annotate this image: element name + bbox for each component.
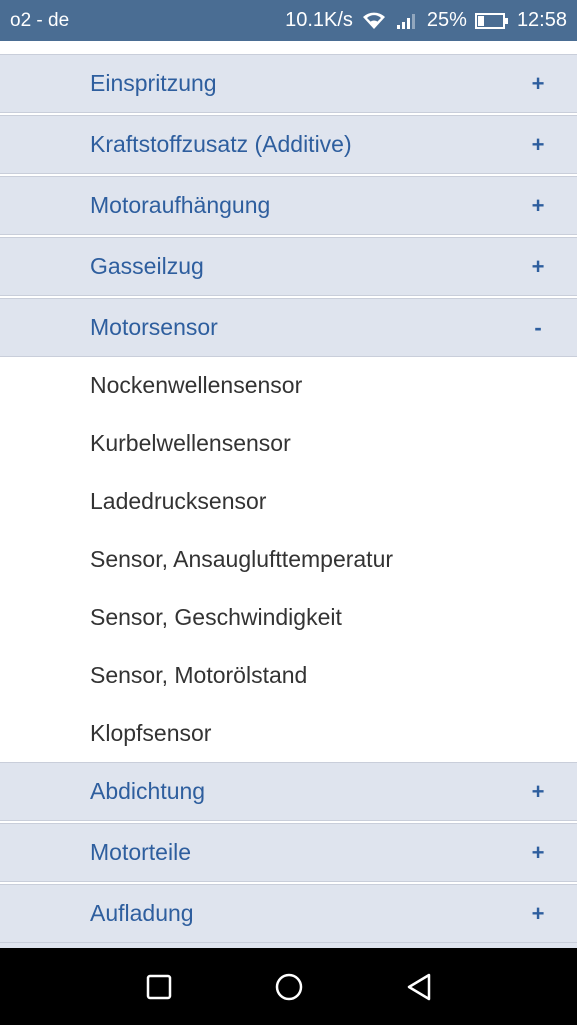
- category-label: Einspritzung: [90, 70, 217, 96]
- expand-toggle: +: [531, 778, 545, 804]
- category-motoraufhaengung[interactable]: Motoraufhängung +: [0, 176, 577, 235]
- category-aufladung[interactable]: Aufladung +: [0, 884, 577, 943]
- back-icon: [407, 973, 430, 1000]
- category-kraftstoffzusatz[interactable]: Kraftstoffzusatz (Additive) +: [0, 115, 577, 174]
- category-gasseilzug[interactable]: Gasseilzug +: [0, 237, 577, 296]
- collapse-toggle: -: [534, 314, 542, 340]
- expand-toggle: +: [531, 131, 545, 157]
- list-item-geschwindigkeit[interactable]: Sensor, Geschwindigkeit: [0, 588, 577, 646]
- list-top-gap: [0, 41, 577, 54]
- status-indicators: 10.1K/s 25% 12:58: [285, 9, 567, 32]
- list-item-nockenwellensensor[interactable]: Nockenwellensensor: [0, 357, 577, 414]
- recent-apps-button[interactable]: [94, 948, 224, 1025]
- motorsensor-items: Nockenwellensensor Kurbelwellensensor La…: [0, 357, 577, 762]
- category-label: Motorteile: [90, 839, 191, 865]
- list-item-kurbelwellensensor[interactable]: Kurbelwellensensor: [0, 414, 577, 472]
- category-label: Gasseilzug: [90, 253, 204, 279]
- home-icon: [275, 973, 302, 1000]
- list-item-motoroelstand[interactable]: Sensor, Motorölstand: [0, 646, 577, 704]
- net-speed: 10.1K/s: [285, 9, 353, 31]
- category-list: Einspritzung + Kraftstoffzusatz (Additiv…: [0, 41, 577, 948]
- list-item-ansauglufttemperatur[interactable]: Sensor, Ansauglufttemperatur: [0, 530, 577, 588]
- category-label: Abdichtung: [90, 778, 206, 804]
- carrier-label: o2 - de: [10, 9, 70, 31]
- signal-icon: [395, 12, 419, 30]
- expand-toggle: +: [531, 192, 545, 218]
- expand-toggle: +: [531, 70, 545, 96]
- recent-apps-icon: [146, 974, 171, 999]
- battery-percent: 25%: [426, 9, 467, 31]
- navigation-bar: [0, 948, 577, 1025]
- wifi-icon: [361, 11, 387, 31]
- home-button[interactable]: [224, 948, 354, 1025]
- category-label: Motoraufhängung: [90, 192, 271, 218]
- category-abdichtung[interactable]: Abdichtung +: [0, 762, 577, 821]
- category-einspritzung[interactable]: Einspritzung +: [0, 54, 577, 113]
- list-item-ladedrucksensor[interactable]: Ladedrucksensor: [0, 472, 577, 530]
- category-label: Motorsensor: [90, 314, 218, 340]
- category-label: Aufladung: [90, 900, 194, 926]
- expand-toggle: +: [531, 900, 545, 926]
- expand-toggle: +: [531, 839, 545, 865]
- clock: 12:58: [516, 9, 567, 31]
- category-motorsensor[interactable]: Motorsensor -: [0, 298, 577, 357]
- category-label: Kraftstoffzusatz (Additive): [90, 131, 352, 157]
- category-motorteile[interactable]: Motorteile +: [0, 823, 577, 882]
- battery-icon: [474, 12, 509, 30]
- list-item-klopfsensor[interactable]: Klopfsensor: [0, 704, 577, 762]
- expand-toggle: +: [531, 253, 545, 279]
- status-bar: o2 - de 10.1K/s 25% 12:58: [0, 0, 577, 41]
- back-button[interactable]: [354, 948, 484, 1025]
